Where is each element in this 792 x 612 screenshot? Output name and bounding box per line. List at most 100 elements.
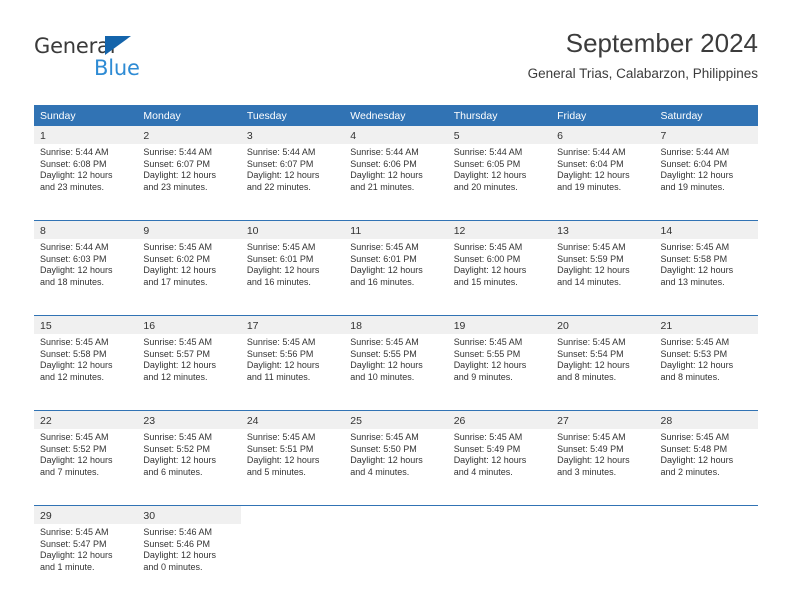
day-sunset-line: Sunset: 5:48 PM xyxy=(660,443,728,454)
day-sunrise-line: Sunrise: 5:44 AM xyxy=(660,147,730,157)
day-sunrise-line: Sunrise: 5:44 AM xyxy=(453,147,523,157)
day-number-row: 22 23 24 25 26 27 28 xyxy=(34,411,758,429)
day-detail-cell[interactable]: Sunrise: 5:45 AM Sunset: 5:58 PM Daylight:… xyxy=(654,239,758,314)
day-number-cell[interactable]: 16 xyxy=(137,316,241,334)
day-number-cell[interactable]: 28 xyxy=(654,411,758,429)
day-detail-cell[interactable]: Sunrise: 5:45 AM Sunset: 6:01 PM Daylight:… xyxy=(344,239,448,314)
day-sunrise-line: Sunrise: 5:45 AM xyxy=(660,432,730,442)
day-sunrise-line: Sunrise: 5:45 AM xyxy=(453,432,523,442)
day-detail-cell[interactable]: Sunrise: 5:45 AM Sunset: 5:49 PM Daylight:… xyxy=(447,429,552,504)
day-number-row: 1234567 xyxy=(34,126,758,144)
day-detail-cell[interactable]: Sunrise: 5:45 AM Sunset: 6:01 PM Daylight:… xyxy=(240,239,345,314)
day-number-cell[interactable]: 23 xyxy=(137,411,241,429)
day-number-cell[interactable]: 14 xyxy=(654,221,758,239)
day-daylight-line: and 20 minutes. xyxy=(453,181,518,192)
day-detail-cell[interactable]: Sunrise: 5:46 AM Sunset: 5:46 PM Daylight:… xyxy=(137,524,241,599)
day-number-cell[interactable]: 5 xyxy=(447,126,552,144)
day-detail-cell[interactable]: Sunrise: 5:45 AM Sunset: 5:59 PM Daylight:… xyxy=(551,239,655,314)
day-number-cell[interactable]: 27 xyxy=(551,411,655,429)
day-number-cell[interactable]: 11 xyxy=(344,221,448,239)
day-detail-cell[interactable]: Sunrise: 5:45 AM Sunset: 5:58 PM Daylight:… xyxy=(34,334,138,409)
day-sunset-line: Sunset: 5:57 PM xyxy=(143,348,210,359)
day-daylight-line: Daylight: 12 hours xyxy=(453,360,527,371)
day-number-cell[interactable]: 15 xyxy=(34,316,138,334)
day-sunset-line: Sunset: 5:49 PM xyxy=(557,443,624,454)
day-daylight-line: Daylight: 12 hours xyxy=(350,170,423,181)
day-detail-cell[interactable]: Sunrise: 5:45 AM Sunset: 5:56 PM Daylight:… xyxy=(240,334,345,409)
empty-day-number-cell xyxy=(240,506,345,524)
day-detail-cell[interactable]: Sunrise: 5:44 AM Sunset: 6:04 PM Daylight:… xyxy=(551,144,655,219)
day-number-cell[interactable]: 17 xyxy=(240,316,345,334)
day-daylight-line: Daylight: 12 hours xyxy=(660,455,734,466)
day-detail-cell[interactable]: Sunrise: 5:45 AM Sunset: 5:53 PM Daylight:… xyxy=(654,334,758,409)
day-number-cell[interactable]: 3 xyxy=(240,126,345,144)
empty-day-number-cell xyxy=(344,506,448,524)
empty-day-number-cell xyxy=(551,506,655,524)
weekday-header-thursday: Thursday xyxy=(447,105,552,126)
day-number-cell[interactable]: 2 xyxy=(137,126,241,144)
day-detail-cell[interactable]: Sunrise: 5:44 AM Sunset: 6:07 PM Daylight:… xyxy=(137,144,241,219)
day-number-cell[interactable]: 9 xyxy=(137,221,241,239)
day-daylight-line: and 19 minutes. xyxy=(660,181,725,192)
day-number-cell[interactable]: 6 xyxy=(551,126,655,144)
day-number-cell[interactable]: 19 xyxy=(447,316,552,334)
day-detail-cell[interactable]: Sunrise: 5:44 AM Sunset: 6:06 PM Daylight:… xyxy=(344,144,448,219)
day-sunrise-line: Sunrise: 5:46 AM xyxy=(143,527,212,537)
day-number-cell[interactable]: 29 xyxy=(34,506,138,524)
day-detail-cell[interactable]: Sunrise: 5:45 AM Sunset: 5:52 PM Daylight:… xyxy=(137,429,241,504)
day-number-cell[interactable]: 4 xyxy=(344,126,448,144)
day-number-cell[interactable]: 20 xyxy=(551,316,655,334)
day-sunrise-line: Sunrise: 5:45 AM xyxy=(660,242,730,252)
day-number-cell[interactable]: 13 xyxy=(551,221,655,239)
day-daylight-line: Daylight: 12 hours xyxy=(143,170,216,181)
day-number-cell[interactable]: 10 xyxy=(240,221,345,239)
day-detail-cell[interactable]: Sunrise: 5:44 AM Sunset: 6:07 PM Daylight:… xyxy=(240,144,345,219)
day-detail-cell[interactable]: Sunrise: 5:44 AM Sunset: 6:03 PM Daylight:… xyxy=(34,239,138,314)
day-number-cell[interactable]: 24 xyxy=(240,411,345,429)
day-detail-cell[interactable]: Sunrise: 5:45 AM Sunset: 5:51 PM Daylight:… xyxy=(240,429,345,504)
day-number-cell[interactable]: 7 xyxy=(654,126,758,144)
day-number-cell[interactable]: 18 xyxy=(344,316,448,334)
day-detail-cell[interactable]: Sunrise: 5:45 AM Sunset: 5:54 PM Daylight:… xyxy=(551,334,655,409)
weekday-header-tuesday: Tuesday xyxy=(240,105,345,126)
day-detail-cell[interactable]: Sunrise: 5:45 AM Sunset: 5:49 PM Daylight:… xyxy=(551,429,655,504)
day-detail-cell[interactable]: Sunrise: 5:45 AM Sunset: 6:00 PM Daylight:… xyxy=(447,239,552,314)
day-detail-cell[interactable]: Sunrise: 5:45 AM Sunset: 6:02 PM Daylight:… xyxy=(137,239,241,314)
day-number-cell[interactable]: 12 xyxy=(447,221,552,239)
day-detail-cell[interactable]: Sunrise: 5:44 AM Sunset: 6:04 PM Daylight:… xyxy=(654,144,758,219)
day-daylight-line: and 8 minutes. xyxy=(660,371,720,382)
day-detail-cell[interactable]: Sunrise: 5:45 AM Sunset: 5:50 PM Daylight:… xyxy=(344,429,448,504)
day-sunset-line: Sunset: 5:58 PM xyxy=(660,253,728,264)
day-sunrise-line: Sunrise: 5:45 AM xyxy=(453,337,523,347)
day-detail-cell[interactable]: Sunrise: 5:44 AM Sunset: 6:08 PM Daylight:… xyxy=(34,144,138,219)
day-daylight-line: and 19 minutes. xyxy=(557,181,622,192)
day-number-cell[interactable]: 22 xyxy=(34,411,138,429)
day-number-cell[interactable]: 26 xyxy=(447,411,552,429)
day-daylight-line: Daylight: 12 hours xyxy=(143,360,216,371)
day-sunset-line: Sunset: 5:53 PM xyxy=(660,348,728,359)
day-number-cell[interactable]: 21 xyxy=(654,316,758,334)
day-daylight-line: and 12 minutes. xyxy=(143,371,208,382)
day-detail-cell[interactable]: Sunrise: 5:45 AM Sunset: 5:55 PM Daylight:… xyxy=(447,334,552,409)
day-number-cell[interactable]: 30 xyxy=(137,506,241,524)
day-daylight-line: and 13 minutes. xyxy=(660,276,725,287)
day-daylight-line: Daylight: 12 hours xyxy=(350,265,423,276)
day-daylight-line: and 9 minutes. xyxy=(453,371,513,382)
day-detail-cell[interactable]: Sunrise: 5:45 AM Sunset: 5:48 PM Daylight:… xyxy=(654,429,758,504)
day-detail-cell[interactable]: Sunrise: 5:44 AM Sunset: 6:05 PM Daylight:… xyxy=(447,144,552,219)
weekday-header-wednesday: Wednesday xyxy=(344,105,448,126)
day-sunset-line: Sunset: 6:05 PM xyxy=(453,158,521,169)
general-blue-logo: General Blue xyxy=(34,34,254,82)
day-sunset-line: Sunset: 6:06 PM xyxy=(350,158,417,169)
day-number-cell[interactable]: 25 xyxy=(344,411,448,429)
day-detail-cell[interactable]: Sunrise: 5:45 AM Sunset: 5:55 PM Daylight:… xyxy=(344,334,448,409)
day-sunset-line: Sunset: 5:49 PM xyxy=(453,443,521,454)
day-sunrise-line: Sunrise: 5:45 AM xyxy=(246,337,316,347)
day-detail-cell[interactable]: Sunrise: 5:45 AM Sunset: 5:47 PM Daylight:… xyxy=(34,524,138,599)
day-sunrise-line: Sunrise: 5:45 AM xyxy=(143,337,212,347)
day-number-cell[interactable]: 1 xyxy=(34,126,138,144)
day-number-cell[interactable]: 8 xyxy=(34,221,138,239)
day-detail-cell[interactable]: Sunrise: 5:45 AM Sunset: 5:57 PM Daylight:… xyxy=(137,334,241,409)
day-detail-row: Sunrise: 5:45 AM Sunset: 5:47 PM Daylight:… xyxy=(34,524,758,599)
day-detail-cell[interactable]: Sunrise: 5:45 AM Sunset: 5:52 PM Daylight:… xyxy=(34,429,138,504)
